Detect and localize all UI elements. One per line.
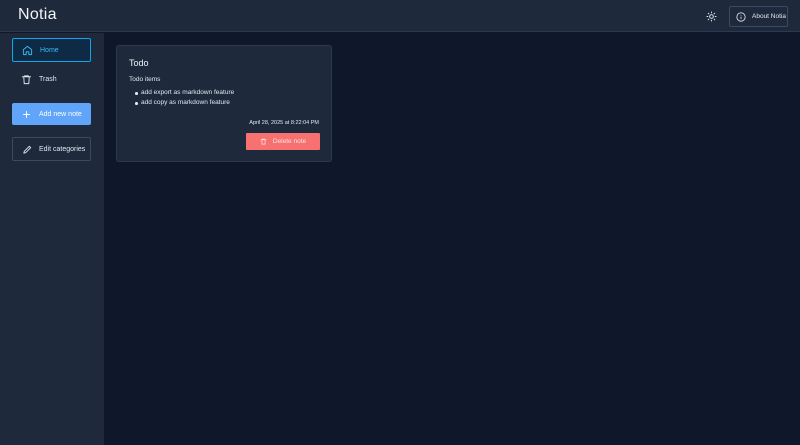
- sidebar: Home Trash Add new note Edit categories: [0, 33, 104, 445]
- trash-icon: [21, 74, 32, 84]
- add-note-button[interactable]: Add new note: [12, 103, 91, 125]
- list-item: add export as markdown feature: [134, 89, 235, 96]
- delete-note-button[interactable]: Delete note: [246, 133, 320, 150]
- add-note-label: Add new note: [39, 110, 82, 118]
- delete-note-label: Delete note: [272, 138, 307, 145]
- note-card[interactable]: Todo Todo items add export as markdown f…: [116, 45, 332, 162]
- about-button[interactable]: About Notia: [729, 6, 788, 27]
- sidebar-item-label: Trash: [39, 75, 57, 83]
- sun-icon: [705, 10, 717, 22]
- sidebar-item-home[interactable]: Home: [12, 38, 91, 62]
- note-heading: Todo items: [129, 76, 161, 83]
- pencil-icon: [23, 145, 32, 154]
- trash-icon: [260, 138, 267, 145]
- list-item: add copy as markdown feature: [134, 98, 234, 108]
- sidebar-item-trash[interactable]: Trash: [12, 67, 91, 91]
- edit-categories-button[interactable]: Edit categories: [12, 137, 91, 161]
- plus-icon: [23, 110, 30, 118]
- note-item-list: add export as markdown feature add copy …: [134, 88, 235, 108]
- about-label: About Notia: [752, 13, 786, 20]
- note-title: Todo: [129, 58, 149, 68]
- note-timestamp: April 28, 2025 at 8:22:04 PM: [249, 120, 319, 126]
- home-icon: [22, 45, 33, 55]
- app-header: Notia About Notia: [0, 0, 800, 32]
- edit-categories-label: Edit categories: [39, 145, 86, 153]
- info-icon: [736, 11, 746, 22]
- app-title: Notia: [18, 6, 57, 23]
- sidebar-item-label: Home: [40, 46, 59, 54]
- theme-toggle-button[interactable]: [703, 8, 719, 24]
